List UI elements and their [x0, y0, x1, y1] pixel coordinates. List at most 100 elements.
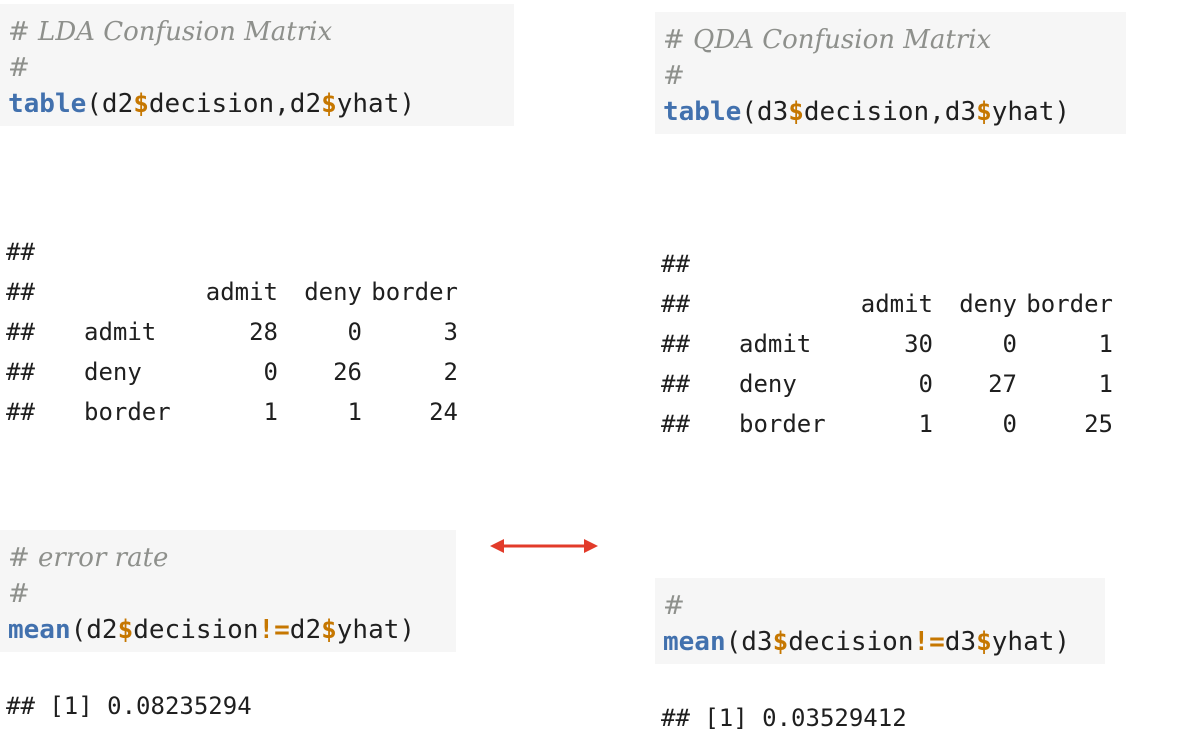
qda-error-code-block: # mean(d3$decision!=d3$yhat) [655, 578, 1105, 664]
lda-code-text: (d2 [86, 89, 134, 119]
table-cell [194, 232, 278, 272]
output-prefix: ## [6, 358, 35, 386]
lda-code-text: decision [133, 615, 259, 645]
output-prefix: ## [661, 250, 690, 278]
table-cell: 0 [1002, 330, 1017, 358]
table-cell: 1 [263, 398, 278, 426]
table-cell [278, 232, 362, 272]
lda-code-text: (d2 [70, 615, 118, 645]
row-label: border [739, 410, 826, 438]
table-row: ## [6, 232, 458, 272]
lda-op-dollar: $ [133, 89, 149, 119]
lda-comment-error-rate: # error rate [8, 543, 169, 573]
lda-op-dollar: $ [321, 89, 337, 119]
table-cell: 1 [1098, 370, 1113, 398]
lda-comment-hash: # [8, 53, 30, 83]
lda-comment-hash: # [8, 579, 30, 609]
lda-op-dollar: $ [321, 615, 337, 645]
lda-fn-mean: mean [8, 615, 71, 645]
lda-confusion-output: ## ## admit deny border ## admit 28 0 3 [0, 152, 560, 512]
table-cell: 27 [988, 370, 1017, 398]
qda-fn-mean: mean [663, 627, 726, 657]
table-cell [933, 244, 1017, 284]
table-row: ## deny 0 26 2 [6, 352, 458, 392]
qda-op-dollar: $ [772, 627, 789, 657]
lda-code-block: # LDA Confusion Matrix # table(d2$decisi… [0, 4, 514, 126]
table-cell: 1 [347, 398, 362, 426]
output-prefix: ## [661, 410, 690, 438]
qda-fn-table: table [663, 97, 742, 127]
qda-confusion-output: ## ## admit deny border ## admit 30 0 1 [655, 164, 1178, 524]
lda-confusion-table: ## ## admit deny border ## admit 28 0 3 [6, 232, 458, 432]
table-cell: 30 [904, 330, 933, 358]
table-cell: 0 [263, 358, 278, 386]
column-header: admit [860, 290, 933, 318]
table-cell: 24 [429, 398, 458, 426]
qda-code-text: (d3 [725, 627, 773, 657]
column-header: admit [205, 278, 278, 306]
double-headed-arrow-icon [490, 539, 598, 553]
qda-code-text: d3 [944, 627, 977, 657]
qda-confusion-table: ## ## admit deny border ## admit 30 0 1 [661, 244, 1113, 444]
output-prefix: ## [6, 278, 35, 306]
qda-op-neq: != [913, 627, 945, 657]
row-label: admit [84, 318, 157, 346]
output-prefix: ## [6, 398, 35, 426]
table-cell: 3 [443, 318, 458, 346]
qda-panel: # QDA Confusion Matrix # table(d3$decisi… [655, 0, 1178, 738]
lda-fn-table: table [8, 89, 87, 119]
table-cell: 2 [443, 358, 458, 386]
table-cell: 0 [347, 318, 362, 346]
lda-panel: # LDA Confusion Matrix # table(d2$decisi… [0, 0, 560, 726]
column-header: deny [959, 290, 1017, 318]
row-label: deny [739, 370, 797, 398]
table-cell: 25 [1084, 410, 1113, 438]
row-label: border [84, 398, 171, 426]
output-prefix: ## [661, 370, 690, 398]
lda-comment-title: # LDA Confusion Matrix [8, 17, 333, 47]
lda-code-text: decision,d2 [148, 89, 322, 119]
qda-code-text: (d3 [741, 97, 789, 127]
row-label: admit [739, 330, 812, 358]
column-header: border [371, 278, 458, 306]
lda-op-dollar: $ [117, 615, 134, 645]
qda-code-block: # QDA Confusion Matrix # table(d3$decisi… [655, 12, 1126, 134]
lda-error-result: ## [1] 0.08235294 [6, 692, 252, 720]
table-cell [849, 244, 933, 284]
column-header: deny [304, 278, 362, 306]
qda-code-text: decision [788, 627, 914, 657]
blank-cell [739, 244, 849, 284]
lda-error-code-block: # error rate # mean(d2$decision!=d2$yhat… [0, 530, 456, 652]
table-cell [1017, 244, 1113, 284]
lda-code-text: d2 [289, 615, 322, 645]
qda-error-result: ## [1] 0.03529412 [661, 704, 907, 732]
table-cell: 28 [249, 318, 278, 346]
output-prefix: ## [661, 290, 690, 318]
table-cell: 0 [918, 370, 933, 398]
qda-comment-hash: # [663, 61, 685, 91]
output-prefix: ## [6, 318, 35, 346]
lda-op-neq: != [258, 615, 290, 645]
table-row: ## border 1 1 24 [6, 392, 458, 432]
output-prefix: ## [6, 238, 35, 266]
blank-cell [84, 272, 194, 312]
qda-op-dollar: $ [976, 627, 992, 657]
qda-comment-title: # QDA Confusion Matrix [663, 25, 992, 55]
blank-cell [84, 232, 194, 272]
table-row: ## admit 28 0 3 [6, 312, 458, 352]
table-row: ## admit deny border [6, 272, 458, 312]
qda-code-text: yhat) [991, 97, 1071, 127]
table-cell: 1 [918, 410, 933, 438]
lda-code-text: yhat) [336, 89, 416, 119]
column-header: border [1026, 290, 1113, 318]
table-cell [362, 232, 458, 272]
qda-code-text: decision,d3 [803, 97, 977, 127]
table-row: ## admit 30 0 1 [661, 324, 1113, 364]
output-prefix: ## [661, 330, 690, 358]
row-label: deny [84, 358, 142, 386]
qda-code-text: yhat) [991, 627, 1071, 657]
table-cell: 26 [333, 358, 362, 386]
qda-op-dollar: $ [788, 97, 804, 127]
table-row: ## border 1 0 25 [661, 404, 1113, 444]
lda-code-text: yhat) [336, 615, 416, 645]
